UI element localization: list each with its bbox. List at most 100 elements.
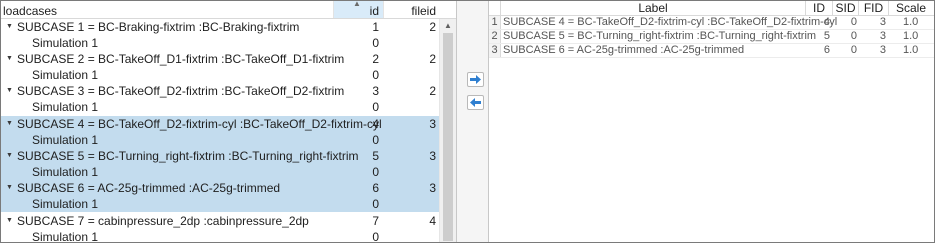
tree-row-label: SUBCASE 7 = cabinpressure_2dp :cabinpres… bbox=[17, 214, 309, 228]
column-header-sid[interactable]: SID bbox=[833, 1, 859, 15]
cell-sid[interactable]: 0 bbox=[834, 44, 857, 57]
cell-id[interactable]: 6 bbox=[808, 44, 830, 57]
row-number-header bbox=[489, 1, 501, 15]
collapse-triangle-icon[interactable]: ▼ bbox=[6, 180, 13, 196]
tree-row-subcase-4[interactable]: ▼ SUBCASE 4 = BC-TakeOff_D2-fixtrim-cyl … bbox=[1, 116, 439, 132]
tree-row-subcase-2[interactable]: ▼ SUBCASE 2 = BC-TakeOff_D1-fixtrim :BC-… bbox=[1, 51, 439, 67]
tree-row-label: Simulation 1 bbox=[32, 197, 99, 211]
cell-fid[interactable]: 3 bbox=[861, 16, 886, 29]
tree-row-fileid: 3 bbox=[429, 181, 436, 195]
cell-label: SUBCASE 5 = BC-Turning_right-fixtrim :BC… bbox=[503, 30, 817, 42]
loadcases-tree-panel: loadcases id ▲ fileid ▼ SUBCASE 1 = BC-B… bbox=[1, 1, 457, 242]
arrow-right-icon bbox=[470, 75, 481, 84]
tree-row-id: 0 bbox=[372, 197, 379, 211]
tree-row-subcase-7[interactable]: ▼ SUBCASE 7 = cabinpressure_2dp :cabinpr… bbox=[1, 213, 439, 229]
tree-row-simulation[interactable]: Simulation 1 0 bbox=[1, 35, 439, 51]
tree-row-fileid: 4 bbox=[429, 214, 436, 228]
collapse-triangle-icon[interactable]: ▼ bbox=[6, 83, 13, 99]
selected-loadcases-table: Label ID SID FID Scale 1 SUBCASE 4 = BC-… bbox=[489, 1, 934, 242]
sort-ascending-icon: ▲ bbox=[353, 1, 361, 8]
tree-row-id: 0 bbox=[372, 230, 379, 242]
scrollbar-thumb[interactable] bbox=[443, 33, 453, 241]
column-header-fid[interactable]: FID bbox=[859, 1, 889, 15]
tree-row-id: 5 bbox=[372, 149, 379, 163]
tree-row-subcase-1[interactable]: ▼ SUBCASE 1 = BC-Braking-fixtrim :BC-Bra… bbox=[1, 19, 439, 35]
tree-row-id: 7 bbox=[372, 214, 379, 228]
cell-scale[interactable]: 1.0 bbox=[903, 16, 918, 29]
scroll-up-arrow-icon[interactable]: ▲ bbox=[444, 21, 452, 30]
cell-fid[interactable]: 3 bbox=[861, 30, 886, 43]
tree-row-fileid: 2 bbox=[429, 84, 436, 98]
tree-header: loadcases id ▲ fileid bbox=[1, 1, 456, 19]
remove-from-selection-button[interactable] bbox=[467, 95, 484, 110]
cell-sid[interactable]: 0 bbox=[834, 16, 857, 29]
column-header-label[interactable]: Label bbox=[501, 1, 806, 15]
cell-label: SUBCASE 6 = AC-25g-trimmed :AC-25g-trimm… bbox=[503, 44, 745, 56]
tree-row-simulation[interactable]: Simulation 1 0 bbox=[1, 132, 439, 148]
column-divider[interactable] bbox=[333, 1, 334, 18]
add-to-selection-button[interactable] bbox=[467, 72, 484, 87]
cell-scale[interactable]: 1.0 bbox=[903, 44, 918, 57]
table-row[interactable]: 1 SUBCASE 4 = BC-TakeOff_D2-fixtrim-cyl … bbox=[489, 16, 934, 30]
loadcase-selector-window: loadcases id ▲ fileid ▼ SUBCASE 1 = BC-B… bbox=[0, 0, 935, 243]
cell-scale[interactable]: 1.0 bbox=[903, 30, 918, 43]
tree-row-fileid: 2 bbox=[429, 20, 436, 34]
tree-row-id: 0 bbox=[372, 36, 379, 50]
tree-row-label: SUBCASE 6 = AC-25g-trimmed :AC-25g-trimm… bbox=[17, 181, 281, 195]
tree-row-simulation[interactable]: Simulation 1 0 bbox=[1, 67, 439, 83]
tree-row-label: Simulation 1 bbox=[32, 230, 99, 242]
tree-row-simulation[interactable]: Simulation 1 0 bbox=[1, 229, 439, 242]
row-number: 3 bbox=[489, 44, 501, 57]
collapse-triangle-icon[interactable]: ▼ bbox=[6, 148, 13, 164]
cell-id[interactable]: 4 bbox=[808, 16, 830, 29]
row-number: 2 bbox=[489, 30, 501, 43]
arrow-left-icon bbox=[470, 98, 481, 107]
tree-row-id: 1 bbox=[372, 20, 379, 34]
tree-row-label: SUBCASE 5 = BC-Turning_right-fixtrim :BC… bbox=[17, 149, 359, 163]
tree-row-id: 2 bbox=[372, 52, 379, 66]
cell-sid[interactable]: 0 bbox=[834, 30, 857, 43]
tree-row-id: 0 bbox=[372, 68, 379, 82]
tree-row-label: SUBCASE 4 = BC-TakeOff_D2-fixtrim-cyl :B… bbox=[17, 117, 382, 131]
column-header-id[interactable]: ID bbox=[806, 1, 833, 15]
tree-vertical-scrollbar[interactable]: ▲ bbox=[439, 19, 456, 242]
tree-row-label: Simulation 1 bbox=[32, 165, 99, 179]
column-divider[interactable] bbox=[383, 1, 384, 18]
table-row[interactable]: 3 SUBCASE 6 = AC-25g-trimmed :AC-25g-tri… bbox=[489, 44, 934, 58]
tree-row-label: SUBCASE 3 = BC-TakeOff_D2-fixtrim :BC-Ta… bbox=[17, 84, 345, 98]
tree-row-id: 3 bbox=[372, 84, 379, 98]
tree-row-fileid: 3 bbox=[429, 149, 436, 163]
column-header-scale[interactable]: Scale bbox=[889, 1, 933, 15]
tree-row-simulation[interactable]: Simulation 1 0 bbox=[1, 196, 439, 212]
tree-row-label: Simulation 1 bbox=[32, 36, 99, 50]
collapse-triangle-icon[interactable]: ▼ bbox=[6, 19, 13, 35]
tree-row-id: 0 bbox=[372, 100, 379, 114]
collapse-triangle-icon[interactable]: ▼ bbox=[6, 116, 13, 132]
column-header-loadcases[interactable]: loadcases bbox=[3, 1, 333, 18]
tree-row-id: 4 bbox=[372, 117, 379, 131]
row-number: 1 bbox=[489, 16, 501, 29]
tree-row-simulation[interactable]: Simulation 1 0 bbox=[1, 164, 439, 180]
cell-id[interactable]: 5 bbox=[808, 30, 830, 43]
tree-row-fileid: 3 bbox=[429, 117, 436, 131]
tree-row-simulation[interactable]: Simulation 1 0 bbox=[1, 99, 439, 115]
collapse-triangle-icon[interactable]: ▼ bbox=[6, 51, 13, 67]
tree-row-id: 0 bbox=[372, 165, 379, 179]
cell-label: SUBCASE 4 = BC-TakeOff_D2-fixtrim-cyl :B… bbox=[503, 16, 838, 28]
tree-row-id: 6 bbox=[372, 181, 379, 195]
cell-fid[interactable]: 3 bbox=[861, 44, 886, 57]
column-header-fileid[interactable]: fileid bbox=[383, 1, 439, 18]
tree-row-id: 0 bbox=[372, 133, 379, 147]
tree-row-label: Simulation 1 bbox=[32, 68, 99, 82]
tree-row-label: Simulation 1 bbox=[32, 133, 99, 147]
tree-row-subcase-5[interactable]: ▼ SUBCASE 5 = BC-Turning_right-fixtrim :… bbox=[1, 148, 439, 164]
tree-row-subcase-3[interactable]: ▼ SUBCASE 3 = BC-TakeOff_D2-fixtrim :BC-… bbox=[1, 83, 439, 99]
tree-row-label: Simulation 1 bbox=[32, 100, 99, 114]
table-row[interactable]: 2 SUBCASE 5 = BC-Turning_right-fixtrim :… bbox=[489, 30, 934, 44]
transfer-button-bar bbox=[457, 1, 489, 242]
collapse-triangle-icon[interactable]: ▼ bbox=[6, 213, 13, 229]
tree-row-fileid: 2 bbox=[429, 52, 436, 66]
table-header: Label ID SID FID Scale bbox=[489, 1, 934, 16]
tree-row-subcase-6[interactable]: ▼ SUBCASE 6 = AC-25g-trimmed :AC-25g-tri… bbox=[1, 180, 439, 196]
tree-row-label: SUBCASE 2 = BC-TakeOff_D1-fixtrim :BC-Ta… bbox=[17, 52, 345, 66]
